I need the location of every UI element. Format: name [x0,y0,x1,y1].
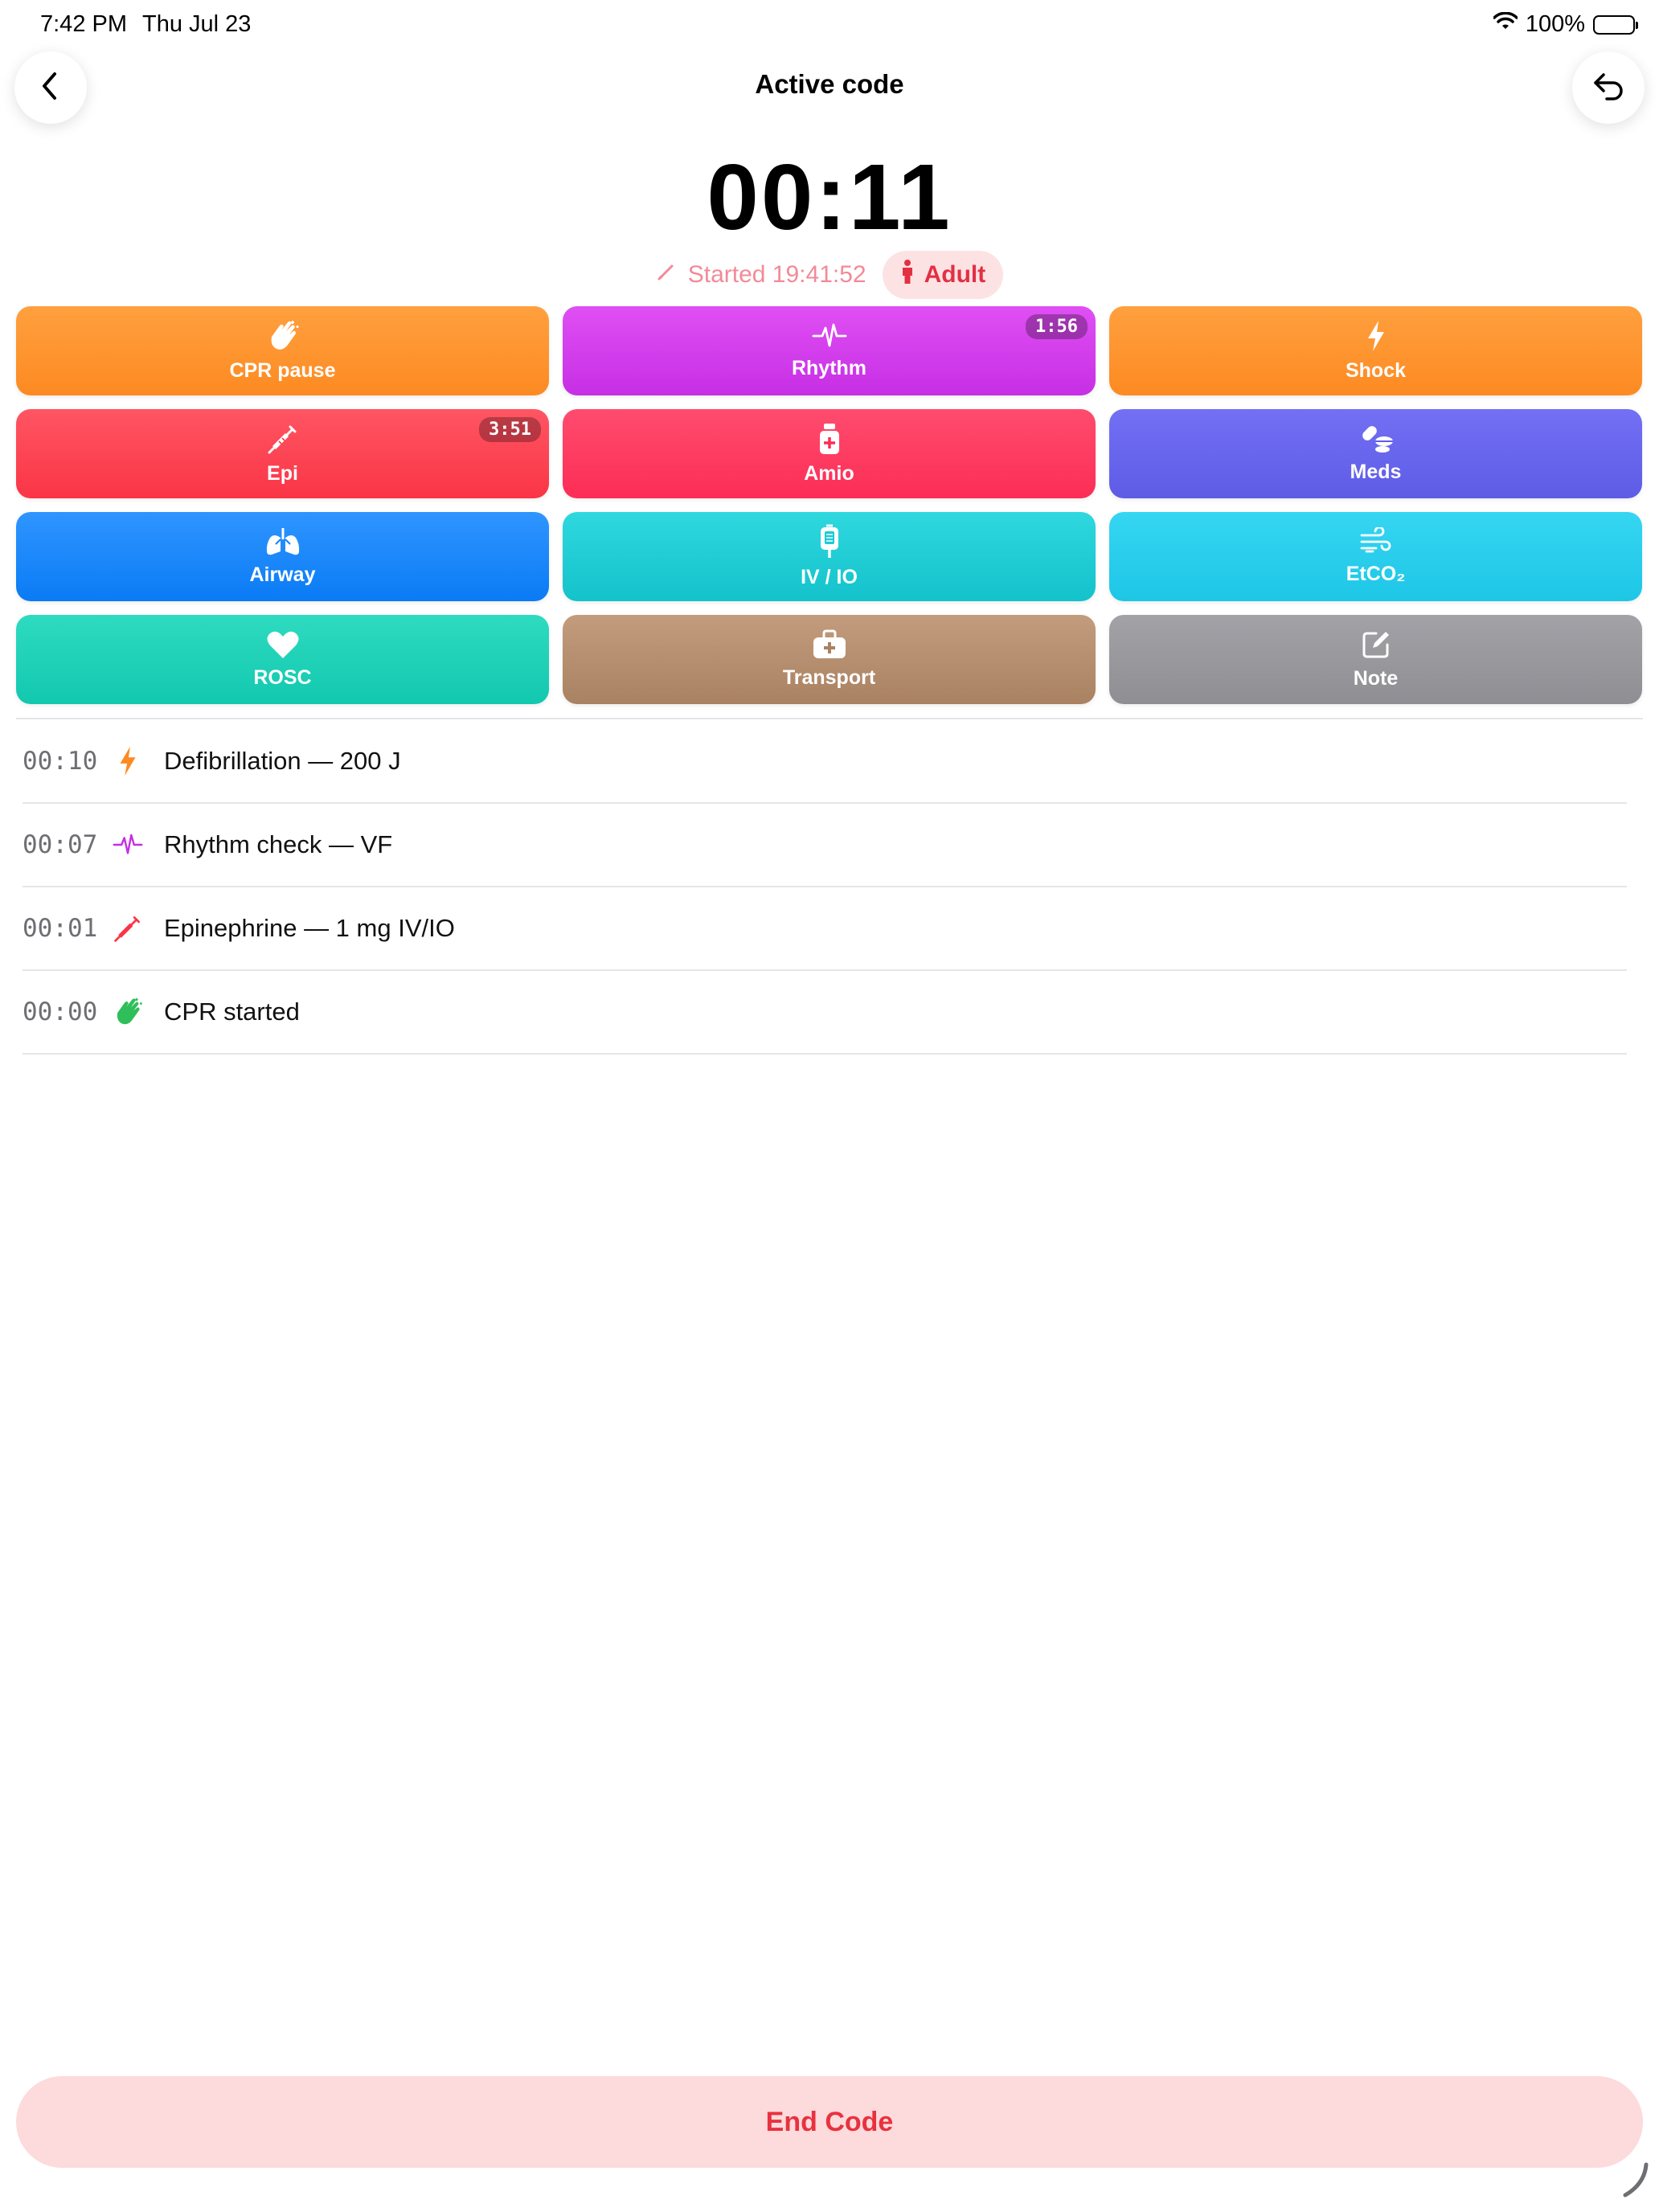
amio-button[interactable]: Amio [563,409,1096,498]
person-icon [900,259,915,291]
bolt-icon [109,745,146,777]
syringe-icon [109,913,146,944]
action-grid: CPR pause 1:56 Rhythm Shock 3:51 Epi Ami… [16,306,1643,704]
event-text: Rhythm check — VF [164,830,393,858]
event-time: 00:10 [23,747,98,776]
shock-button[interactable]: Shock [1109,306,1642,395]
etco2-label: EtCO₂ [1346,563,1406,585]
iv-io-button[interactable]: IV / IO [563,512,1096,601]
status-bar: 7:42 PM Thu Jul 23 100% [0,0,1659,50]
cpr-pause-label: CPR pause [229,359,336,382]
event-time: 00:01 [23,914,98,943]
resize-corner-icon [1611,2160,1651,2204]
note-edit-icon [1360,629,1392,661]
status-indicators: 100% [1493,11,1638,38]
wind-icon [1358,527,1394,556]
note-button[interactable]: Note [1109,615,1642,704]
hands-compress-icon [265,319,301,353]
iv-io-label: IV / IO [801,566,858,588]
heart-icon [266,629,300,660]
waveform-icon [109,831,146,858]
note-label: Note [1353,667,1399,690]
event-time: 00:00 [23,997,98,1026]
pencil-icon [656,261,677,289]
epi-button[interactable]: 3:51 Epi [16,409,549,498]
lungs-icon [264,526,301,557]
amio-label: Amio [804,462,854,485]
started-time-edit[interactable]: Started 19:41:52 [656,261,866,289]
hands-compress-icon [109,996,146,1028]
event-text: Defibrillation — 200 J [164,747,401,775]
event-row[interactable]: 00:07 Rhythm check — VF [23,804,1627,887]
rosc-button[interactable]: ROSC [16,615,549,704]
undo-arrow-icon [1591,70,1626,106]
shock-label: Shock [1345,359,1407,382]
epi-countdown-badge: 3:51 [479,417,541,442]
iv-bag-icon [817,524,842,559]
event-log: 00:10 Defibrillation — 200 J 00:07 Rhyth… [23,720,1627,1055]
airway-label: Airway [249,563,316,586]
medical-bag-icon [812,629,847,660]
status-date: Thu Jul 23 [142,11,252,37]
event-text: Epinephrine — 1 mg IV/IO [164,914,455,942]
battery-percent: 100% [1525,11,1585,37]
wifi-icon [1493,11,1518,38]
pills-icon [1358,424,1394,454]
rhythm-label: Rhythm [791,357,867,379]
timer-meta: Started 19:41:52 Adult [0,251,1659,299]
syringe-icon [266,422,300,456]
event-time: 00:07 [23,830,98,859]
event-text: CPR started [164,997,300,1026]
status-time: 7:42 PM [40,11,127,37]
patient-type-label: Adult [924,261,986,288]
epi-label: Epi [267,462,298,485]
rhythm-button[interactable]: 1:56 Rhythm [563,306,1096,395]
etco2-button[interactable]: EtCO₂ [1109,512,1642,601]
event-row[interactable]: 00:10 Defibrillation — 200 J [23,720,1627,804]
bolt-icon [1365,319,1387,353]
divider [16,718,1643,719]
patient-type-badge[interactable]: Adult [882,251,1004,299]
airway-button[interactable]: Airway [16,512,549,601]
page-title: Active code [755,69,904,99]
waveform-icon [812,322,847,350]
transport-button[interactable]: Transport [563,615,1096,704]
meds-label: Meds [1350,461,1402,483]
undo-button[interactable] [1572,51,1645,124]
event-row[interactable]: 00:00 CPR started [23,971,1627,1055]
meds-button[interactable]: Meds [1109,409,1642,498]
elapsed-timer: 00:11 [707,145,952,249]
cpr-pause-button[interactable]: CPR pause [16,306,549,395]
battery-icon [1593,14,1638,35]
rosc-label: ROSC [253,666,312,689]
event-row[interactable]: 00:01 Epinephrine — 1 mg IV/IO [23,887,1627,971]
end-code-button[interactable]: End Code [16,2076,1643,2168]
medicine-bottle-icon [817,422,842,456]
started-label: Started 19:41:52 [687,261,866,288]
rhythm-countdown-badge: 1:56 [1026,314,1088,339]
transport-label: Transport [782,666,876,689]
